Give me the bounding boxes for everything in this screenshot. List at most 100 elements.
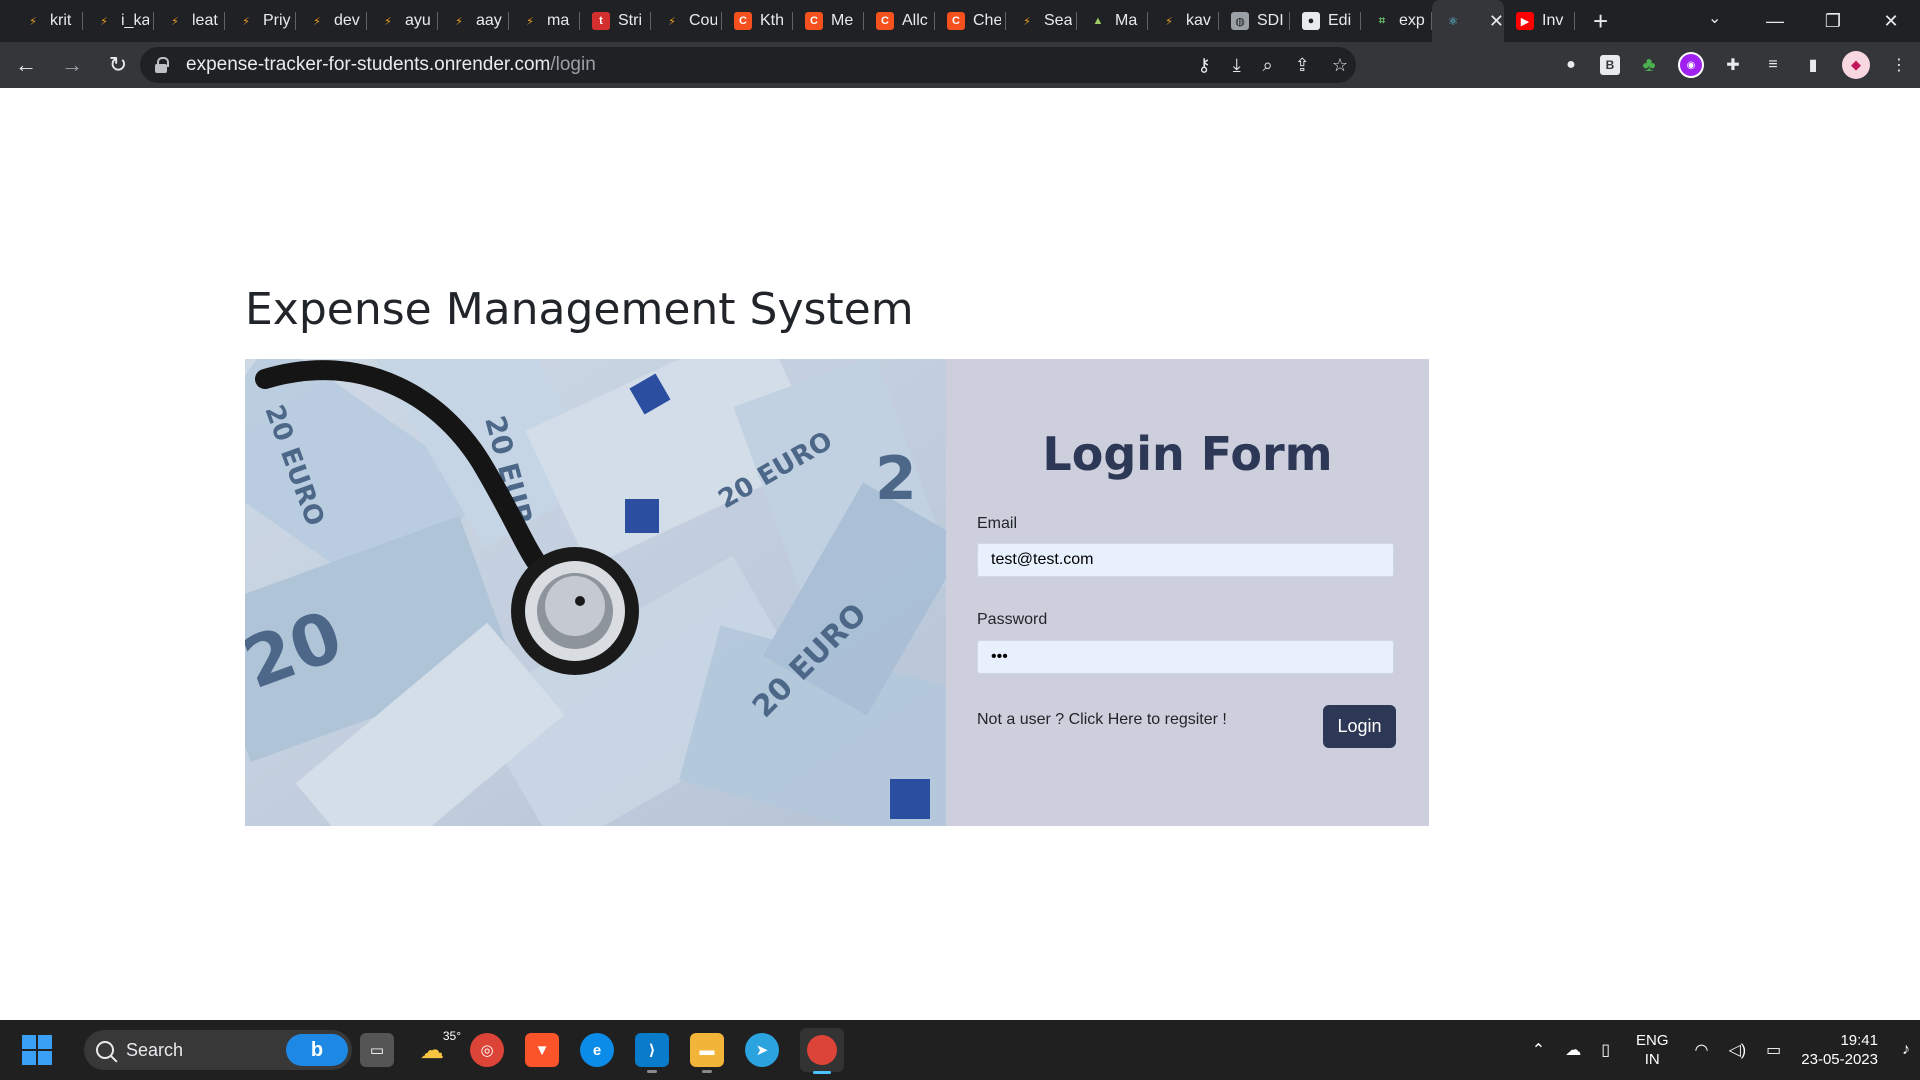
browser-tab[interactable]: ▲ Ma [1077, 0, 1148, 42]
more-menu-icon[interactable]: ⋮ [1888, 54, 1910, 76]
cc-icon: C [734, 12, 752, 30]
lightning-icon: ⚡ [1165, 15, 1173, 28]
battery-saver-icon[interactable]: ▯ [1601, 1040, 1610, 1060]
tab-search-icon[interactable]: ⌄ [1708, 8, 1721, 28]
browser-tab[interactable]: ◍ SDI [1219, 0, 1290, 42]
weather-icon[interactable]: ☁ 35° [415, 1029, 461, 1067]
purple-extension-icon[interactable]: ◉ [1678, 52, 1704, 78]
language-indicator[interactable]: ENG IN [1636, 1031, 1669, 1069]
battery-icon[interactable]: ▭ [1766, 1040, 1781, 1060]
task-view-icon[interactable]: ▭ [360, 1033, 394, 1067]
tab-label: dev [334, 12, 360, 29]
vscode-icon[interactable]: ⟩ [635, 1033, 669, 1073]
install-icon[interactable]: ⤓ [1233, 55, 1241, 76]
reading-list-icon[interactable]: ≡ [1762, 54, 1784, 76]
close-window-icon[interactable]: ✕ [1862, 11, 1920, 32]
tab-close-icon[interactable]: ✕ [1489, 11, 1504, 32]
chrome-icon[interactable]: ◎ [470, 1033, 504, 1067]
email-input[interactable]: test@test.com [977, 543, 1394, 577]
browser-tab[interactable]: ⚡ Cou [651, 0, 722, 42]
extension-icon[interactable]: ● [1560, 54, 1582, 76]
b-extension-icon[interactable]: B [1600, 55, 1620, 75]
cc-icon: C [947, 12, 965, 30]
minimize-icon[interactable]: — [1746, 11, 1804, 32]
register-link[interactable]: Not a user ? Click Here to regsiter ! [977, 711, 1227, 729]
back-icon[interactable]: ← [6, 45, 46, 85]
share-icon[interactable]: ⇪ [1295, 55, 1310, 76]
browser-tab[interactable]: ⚛ ✕ [1432, 0, 1504, 42]
new-tab-icon[interactable]: + [1593, 8, 1608, 34]
taskbar-search[interactable]: Search b [84, 1030, 352, 1070]
browser-tab[interactable]: ⌗ exp [1361, 0, 1432, 42]
lang-region: IN [1644, 1051, 1660, 1068]
browser-tab[interactable]: ⚡ Sea [1006, 0, 1077, 42]
onedrive-icon[interactable]: ☁ [1565, 1040, 1581, 1060]
taskbar-left: Search b [22, 1020, 352, 1080]
bing-icon[interactable]: b [286, 1034, 348, 1066]
weather-temp: 35° [442, 1029, 461, 1043]
browser-tab[interactable]: C Allc [864, 0, 935, 42]
mountain-icon: ▲ [1092, 15, 1104, 27]
address-bar[interactable]: expense-tracker-for-students.onrender.co… [140, 47, 1356, 83]
tab-label: kav [1186, 12, 1211, 29]
windows-start-icon[interactable] [22, 1035, 52, 1065]
side-panel-icon[interactable]: ▮ [1802, 54, 1824, 76]
bookmark-star-icon[interactable]: ☆ [1332, 55, 1348, 76]
lock-icon[interactable] [154, 57, 169, 73]
lightning-icon: ⚡ [171, 15, 179, 28]
browser-tab[interactable]: ● Edi [1290, 0, 1361, 42]
tab-label: leat [192, 12, 218, 29]
browser-tab[interactable]: ⚡ kav [1148, 0, 1219, 42]
page-title: Expense Management System [245, 284, 914, 335]
tab-label: Cou [689, 12, 717, 29]
browser-tab[interactable]: C Me [793, 0, 864, 42]
chrome-active-icon[interactable] [800, 1028, 844, 1074]
restore-icon[interactable]: ❐ [1804, 11, 1862, 32]
browser-tab[interactable]: ⚡ ma [509, 0, 580, 42]
github-icon: ● [1302, 12, 1320, 30]
system-tray: ⌃ ☁ ▯ ENG IN ◠ ◁) ▭ 19:41 23-05-2023 ♪ [1522, 1020, 1920, 1080]
login-button[interactable]: Login [1323, 705, 1396, 748]
extensions-area: ● B ♣ ◉ ✚ ≡ ▮ ◆ ⋮ [1560, 42, 1910, 88]
chevron-up-icon[interactable]: ⌃ [1532, 1040, 1545, 1060]
notification-bell-icon[interactable]: ♪ [1902, 1041, 1910, 1059]
key-icon[interactable]: ⚷ [1198, 55, 1211, 76]
volume-icon[interactable]: ◁) [1729, 1040, 1747, 1060]
svg-text:2: 2 [875, 444, 917, 514]
browser-tab[interactable]: ⚡ ayu [367, 0, 438, 42]
tree-extension-icon[interactable]: ♣ [1638, 54, 1660, 76]
react-icon: ⚛ [1448, 15, 1458, 28]
file-explorer-icon[interactable]: ▬ [690, 1033, 724, 1073]
tab-label: Me [831, 12, 854, 29]
browser-tab[interactable]: ▶ Inv [1504, 0, 1575, 42]
browser-tab-strip: ⚡ krit ⚡ i_ka ⚡ leat ⚡ Priy ⚡ dev ⚡ ayu ⚡ aay ⚡ ma t Stri… [0, 0, 1920, 42]
wifi-icon[interactable]: ◠ [1695, 1040, 1709, 1060]
globe-icon: ◍ [1231, 12, 1249, 30]
email-label: Email [977, 515, 1018, 532]
url-path: /login [550, 54, 596, 75]
puzzle-icon[interactable]: ✚ [1722, 54, 1744, 76]
telegram-icon[interactable]: ➤ [745, 1033, 779, 1067]
euro-stethoscope-illustration: 20 EURO 20 EUR 20 EURO 20 20 EURO 2 [245, 359, 946, 826]
browser-tab[interactable]: C Che [935, 0, 1006, 42]
browser-tab[interactable]: t Stri [580, 0, 651, 42]
browser-tab[interactable]: ⚡ krit [12, 0, 83, 42]
browser-tab[interactable]: C Kth [722, 0, 793, 42]
tab-label: Edi [1328, 12, 1352, 29]
zoom-icon[interactable]: ⌕ [1263, 55, 1273, 76]
forward-icon[interactable]: → [52, 45, 92, 85]
edge-icon[interactable]: e [580, 1033, 614, 1067]
hero-image: 20 EURO 20 EUR 20 EURO 20 20 EURO 2 [245, 359, 946, 826]
browser-tab[interactable]: ⚡ leat [154, 0, 225, 42]
browser-tab[interactable]: ⚡ dev [296, 0, 367, 42]
reload-icon[interactable]: ↻ [98, 45, 138, 85]
profile-avatar[interactable]: ◆ [1842, 51, 1870, 79]
active-indicator [813, 1071, 831, 1074]
browser-tab[interactable]: ⚡ Priy [225, 0, 296, 42]
password-input[interactable]: ••• [977, 640, 1394, 674]
clock[interactable]: 19:41 23-05-2023 [1801, 1031, 1878, 1069]
brave-icon[interactable]: ▼ [525, 1033, 559, 1067]
browser-tab[interactable]: ⚡ aay [438, 0, 509, 42]
running-indicator [702, 1070, 712, 1073]
browser-tab[interactable]: ⚡ i_ka [83, 0, 154, 42]
